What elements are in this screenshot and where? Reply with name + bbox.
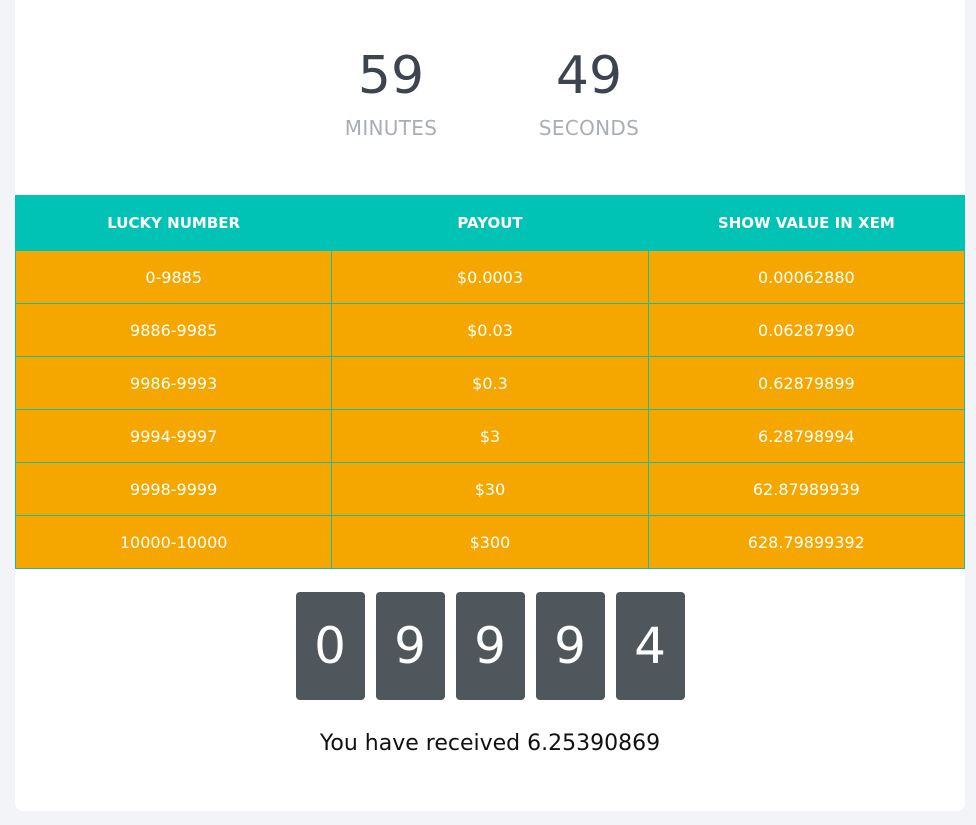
table-row: 9886-9985 $0.03 0.06287990 — [14, 303, 966, 357]
payout-cell: $300 — [331, 515, 649, 569]
table-header-row: LUCKY NUMBER PAYOUT SHOW VALUE IN XEM — [14, 195, 966, 251]
column-header-xem-value: SHOW VALUE IN XEM — [647, 195, 966, 251]
payout-cell: $30 — [331, 462, 649, 516]
seconds-label: SECONDS — [538, 116, 640, 140]
payout-table: LUCKY NUMBER PAYOUT SHOW VALUE IN XEM 0-… — [14, 195, 966, 569]
timer-seconds: 49 SECONDS — [499, 44, 679, 140]
xem-value-cell: 0.62879899 — [647, 356, 966, 410]
table-row: 10000-10000 $300 628.79899392 — [14, 515, 966, 569]
xem-value-cell: 6.28798994 — [647, 409, 966, 463]
faucet-card: 59 MINUTES 49 SECONDS LUCKY NUMBER PAYOU… — [14, 0, 966, 811]
countdown-timer: 59 MINUTES 49 SECONDS — [15, 44, 965, 140]
xem-value-cell: 62.87989939 — [647, 462, 966, 516]
lucky-digit-2: 9 — [375, 592, 445, 700]
payout-cell: $0.03 — [331, 303, 649, 357]
lucky-digit-5: 4 — [615, 592, 685, 700]
lucky-number-cell: 10000-10000 — [14, 515, 333, 569]
lucky-digit-3: 9 — [455, 592, 525, 700]
lucky-digit-4: 9 — [535, 592, 605, 700]
lucky-number-cell: 9994-9997 — [14, 409, 333, 463]
minutes-label: MINUTES — [344, 116, 438, 140]
xem-value-cell: 0.06287990 — [647, 303, 966, 357]
payout-cell: $0.3 — [331, 356, 649, 410]
minutes-value: 59 — [357, 46, 425, 106]
lucky-number-cell: 9998-9999 — [14, 462, 333, 516]
table-row: 9998-9999 $30 62.87989939 — [14, 462, 966, 516]
table-row: 9994-9997 $3 6.28798994 — [14, 409, 966, 463]
lucky-number-cell: 0-9885 — [14, 250, 333, 304]
table-row: 0-9885 $0.0003 0.00062880 — [14, 250, 966, 304]
xem-value-cell: 0.00062880 — [647, 250, 966, 304]
seconds-value: 49 — [555, 46, 623, 106]
column-header-payout: PAYOUT — [331, 195, 649, 251]
received-message: You have received 6.25390869 — [319, 731, 661, 756]
payout-cell: $3 — [331, 409, 649, 463]
xem-value-cell: 628.79899392 — [647, 515, 966, 569]
timer-minutes: 59 MINUTES — [301, 44, 481, 140]
column-header-lucky-number: LUCKY NUMBER — [14, 195, 333, 251]
lucky-number-cell: 9986-9993 — [14, 356, 333, 410]
lucky-digit-1: 0 — [295, 592, 365, 700]
payout-cell: $0.0003 — [331, 250, 649, 304]
table-row: 9986-9993 $0.3 0.62879899 — [14, 356, 966, 410]
lucky-number-display: 0 9 9 9 4 — [15, 592, 965, 700]
lucky-number-cell: 9886-9985 — [14, 303, 333, 357]
